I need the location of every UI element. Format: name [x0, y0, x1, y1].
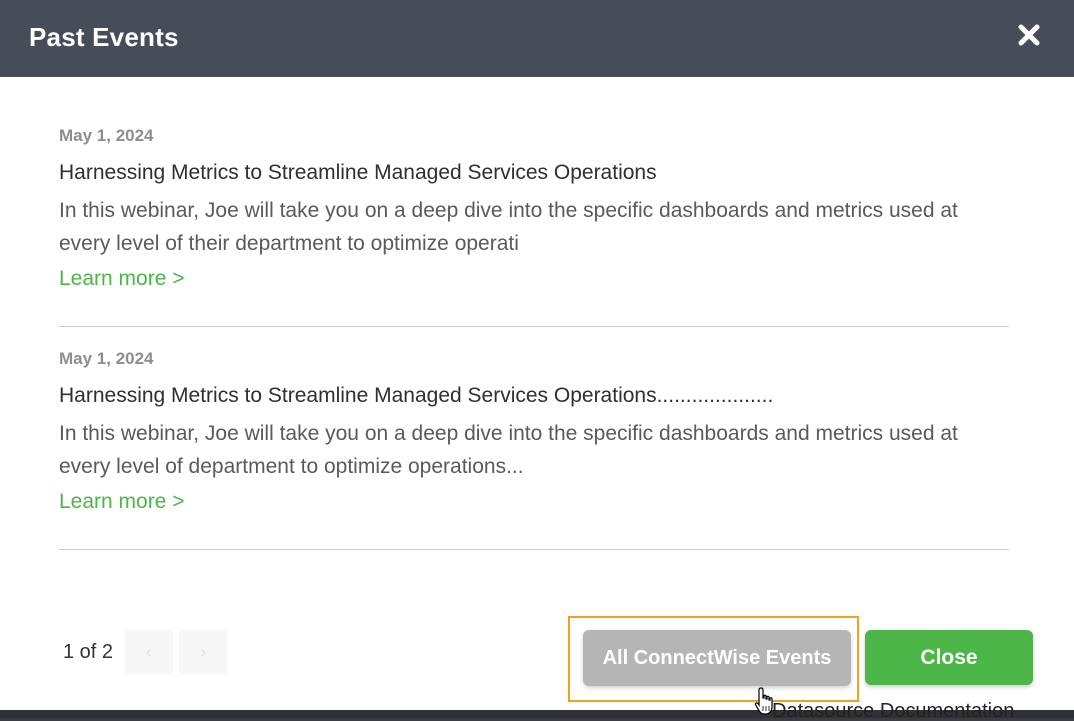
hand-pointer-icon — [754, 686, 776, 716]
event-title: Harnessing Metrics to Streamline Managed… — [59, 161, 657, 184]
pagination-label: 1 of 2 — [63, 641, 114, 663]
close-x-icon[interactable] — [1014, 20, 1044, 50]
background-partial-text: Datasource Documentation — [772, 700, 1015, 718]
learn-more-link[interactable]: Learn more > — [59, 267, 185, 291]
modal-header: Past Events — [0, 0, 1074, 77]
events-list: May 1, 2024 Harnessing Metrics to Stream… — [59, 100, 1009, 550]
chevron-right-icon: › — [200, 642, 206, 662]
chevron-left-icon: ‹ — [146, 642, 152, 662]
event-description: In this webinar, Joe will take you on a … — [59, 422, 958, 478]
event-description: In this webinar, Joe will take you on a … — [59, 199, 958, 255]
modal-title: Past Events — [29, 22, 179, 52]
event-date: May 1, 2024 — [59, 126, 154, 145]
next-page-button[interactable]: › — [179, 630, 227, 674]
event-item: May 1, 2024 Harnessing Metrics to Stream… — [59, 327, 1009, 550]
all-connectwise-events-button[interactable]: All ConnectWise Events — [583, 630, 851, 686]
event-item: May 1, 2024 Harnessing Metrics to Stream… — [59, 100, 1009, 327]
previous-page-button[interactable]: ‹ — [125, 630, 173, 674]
past-events-modal: Past Events May 1, 2024 Harnessing Metri… — [0, 0, 1074, 710]
event-title: Harnessing Metrics to Streamline Managed… — [59, 384, 774, 407]
close-button[interactable]: Close — [865, 630, 1033, 685]
learn-more-link[interactable]: Learn more > — [59, 490, 185, 514]
event-date: May 1, 2024 — [59, 349, 154, 368]
